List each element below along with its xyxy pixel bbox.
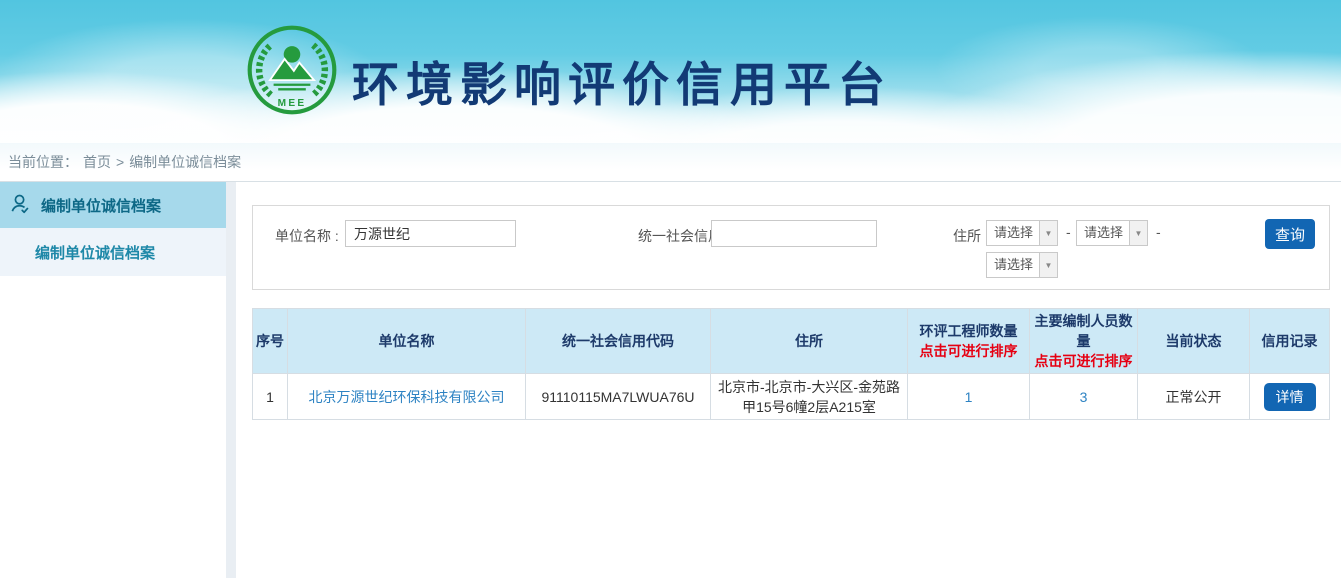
col-header-staff-count-label: 主要编制人员数量 [1035, 313, 1133, 349]
chevron-down-icon[interactable]: ▼ [1039, 253, 1057, 277]
col-header-credit-code: 统一社会信用代码 [526, 309, 711, 374]
sidebar-item-label: 编制单位诚信档案 [41, 195, 161, 216]
company-name-link[interactable]: 北京万源世纪环保科技有限公司 [309, 389, 505, 405]
table-header-row: 序号 单位名称 统一社会信用代码 住所 环评工程师数量 点击可进行排序 主要编制… [253, 309, 1330, 374]
sidebar-subitem-label: 编制单位诚信档案 [35, 242, 155, 263]
table-row: 1 北京万源世纪环保科技有限公司 91110115MA7LWUA76U 北京市-… [253, 374, 1330, 420]
province-select-value: 请选择 [987, 221, 1039, 245]
engineer-count-link[interactable]: 1 [965, 389, 973, 405]
sort-hint: 点击可进行排序 [1031, 351, 1136, 371]
col-header-staff-count-sortable[interactable]: 主要编制人员数量 点击可进行排序 [1030, 309, 1138, 374]
site-header: MEE 环境影响评价信用平台 [0, 0, 1341, 143]
district-select-value: 请选择 [987, 253, 1039, 277]
company-name-input[interactable] [345, 220, 516, 247]
person-check-icon [9, 192, 32, 219]
breadcrumb-separator: > [116, 154, 124, 170]
breadcrumb-current-link[interactable]: 编制单位诚信档案 [129, 152, 241, 172]
mee-logo-icon: MEE [246, 24, 338, 116]
search-panel: 单位名称 : 统一社会信用代码 : 住所 : 请选择 ▼ - 请选择 ▼ - 请… [252, 205, 1330, 290]
mee-logo-text: MEE [278, 98, 307, 109]
cell-index: 1 [253, 374, 288, 420]
city-select[interactable]: 请选择 ▼ [1076, 220, 1148, 246]
col-header-status: 当前状态 [1138, 309, 1250, 374]
cell-address: 北京市-北京市-大兴区-金苑路甲15号6幢2层A215室 [711, 374, 908, 420]
content-area: 单位名称 : 统一社会信用代码 : 住所 : 请选择 ▼ - 请选择 ▼ - 请… [236, 182, 1341, 578]
chevron-down-icon[interactable]: ▼ [1129, 221, 1147, 245]
site-title: 环境影响评价信用平台 [352, 46, 892, 115]
col-header-index: 序号 [253, 309, 288, 374]
region-dash-1: - [1066, 224, 1071, 240]
city-select-value: 请选择 [1077, 221, 1129, 245]
sidebar: 编制单位诚信档案 编制单位诚信档案 [0, 182, 226, 578]
results-table: 序号 单位名称 统一社会信用代码 住所 环评工程师数量 点击可进行排序 主要编制… [252, 308, 1330, 420]
sidebar-subitem-unit-credit-archive[interactable]: 编制单位诚信档案 [0, 228, 226, 276]
detail-button[interactable]: 详情 [1264, 383, 1316, 411]
company-name-label: 单位名称 : [275, 226, 339, 246]
province-select[interactable]: 请选择 ▼ [986, 220, 1058, 246]
col-header-credit-record: 信用记录 [1250, 309, 1330, 374]
cell-credit-code: 91110115MA7LWUA76U [526, 374, 711, 420]
credit-code-input[interactable] [711, 220, 877, 247]
district-select[interactable]: 请选择 ▼ [986, 252, 1058, 278]
cell-status: 正常公开 [1138, 374, 1250, 420]
breadcrumb-home-link[interactable]: 首页 [83, 152, 111, 172]
staff-count-link[interactable]: 3 [1080, 389, 1088, 405]
sort-hint: 点击可进行排序 [909, 341, 1028, 361]
col-header-engineer-count-label: 环评工程师数量 [920, 323, 1018, 339]
query-button[interactable]: 查询 [1265, 219, 1315, 249]
address-label: 住所 : [953, 226, 989, 246]
col-header-engineer-count-sortable[interactable]: 环评工程师数量 点击可进行排序 [908, 309, 1030, 374]
col-header-address: 住所 [711, 309, 908, 374]
breadcrumb: 当前位置： 首页 > 编制单位诚信档案 [0, 143, 1341, 182]
breadcrumb-label: 当前位置： [8, 152, 78, 172]
mee-logo: MEE [246, 24, 338, 121]
chevron-down-icon[interactable]: ▼ [1039, 221, 1057, 245]
col-header-company-name: 单位名称 [288, 309, 526, 374]
main-area: 编制单位诚信档案 编制单位诚信档案 单位名称 : 统一社会信用代码 : 住所 :… [0, 182, 1341, 578]
region-dash-2: - [1156, 224, 1161, 240]
sidebar-item-unit-credit-archive[interactable]: 编制单位诚信档案 [0, 182, 226, 228]
sidebar-divider [226, 182, 236, 578]
